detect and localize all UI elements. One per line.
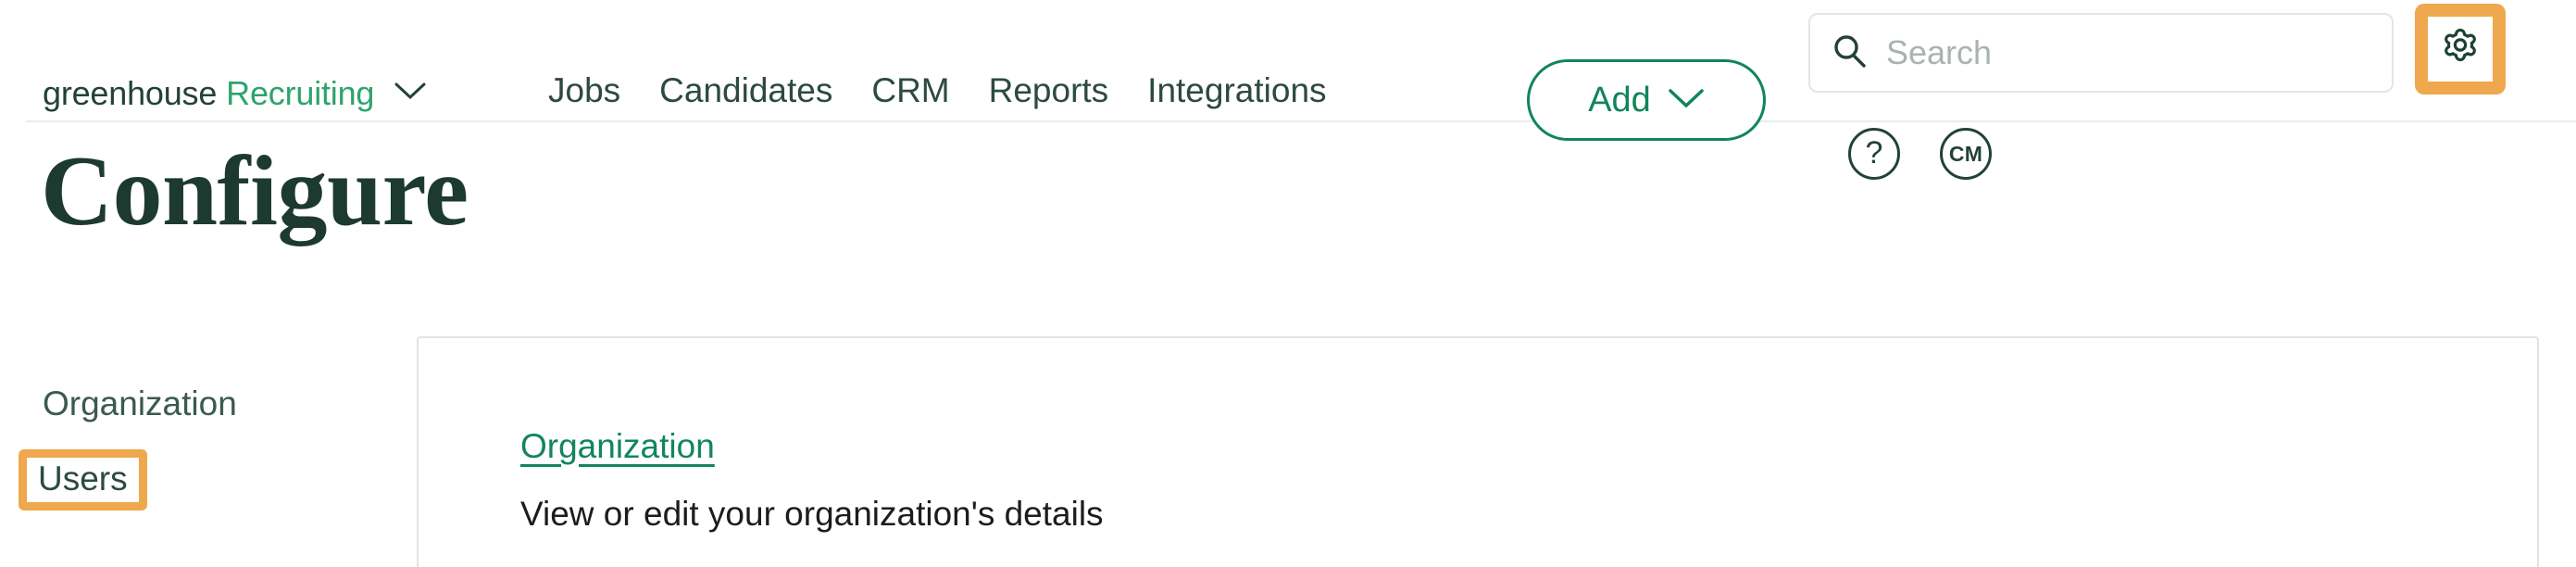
chevron-down-icon[interactable] xyxy=(394,82,426,101)
sidebar-item-organization[interactable]: Organization xyxy=(43,384,237,423)
brand-logo[interactable]: greenhouse Recruiting xyxy=(43,74,426,113)
search-input[interactable] xyxy=(1886,15,2371,91)
organization-link[interactable]: Organization xyxy=(520,427,715,466)
organization-description: View or edit your organization's details xyxy=(520,495,1104,533)
gear-icon xyxy=(2436,23,2484,76)
sidebar-item-users[interactable]: Users xyxy=(19,449,147,510)
nav-item-jobs[interactable]: Jobs xyxy=(548,71,620,110)
help-icon-label: ? xyxy=(1865,135,1883,170)
nav-item-candidates[interactable]: Candidates xyxy=(659,71,832,110)
chevron-down-icon xyxy=(1668,87,1705,114)
sidebar-item-users-inner: Users xyxy=(27,458,139,502)
page-title: Configure xyxy=(41,136,469,246)
header-divider xyxy=(26,120,2576,122)
sidebar-item-users-label: Users xyxy=(38,460,128,498)
add-button-label: Add xyxy=(1588,80,1651,120)
gear-icon-container xyxy=(2428,17,2493,82)
avatar-initials: CM xyxy=(1948,141,1983,166)
add-button[interactable]: Add xyxy=(1527,59,1766,141)
nav-item-reports[interactable]: Reports xyxy=(989,71,1109,110)
search-icon xyxy=(1831,32,1868,74)
avatar[interactable]: CM xyxy=(1940,128,1992,180)
search-box[interactable] xyxy=(1808,13,2394,93)
brand-product: Recruiting xyxy=(226,74,375,112)
nav-item-crm[interactable]: CRM xyxy=(871,71,949,110)
brand-name: greenhouse xyxy=(43,74,218,112)
app-root: greenhouse Recruiting Jobs Candidates CR… xyxy=(0,0,2576,567)
primary-nav: Jobs Candidates CRM Reports Integrations xyxy=(548,71,1327,110)
settings-gear-button[interactable] xyxy=(2415,4,2506,94)
nav-item-integrations[interactable]: Integrations xyxy=(1147,71,1326,110)
help-icon[interactable]: ? xyxy=(1848,128,1900,180)
